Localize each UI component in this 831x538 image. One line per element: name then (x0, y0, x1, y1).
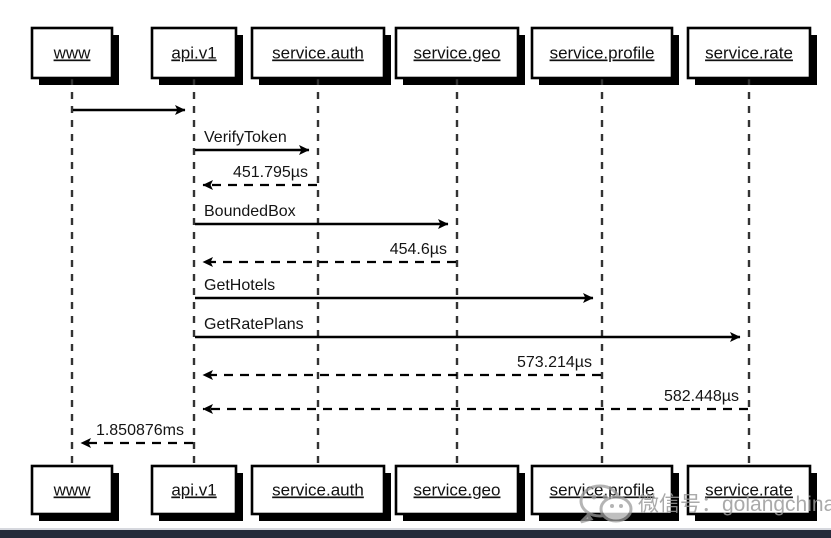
message-label: BoundedBox (204, 203, 296, 220)
participant-box-api_v1-head[interactable]: api.v1 (150, 26, 238, 80)
participant-label: service.rate (705, 43, 793, 62)
message-label: 573.214µs (517, 354, 592, 371)
message-m5[interactable]: 454.6µs (202, 241, 456, 267)
sequence-diagram: www www api.v1 api.v1 service.auth service.au… (30, 26, 831, 524)
message-m7[interactable]: GetRatePlans (195, 316, 741, 342)
participant-label: www (53, 43, 92, 62)
participant-box-service_profile-head[interactable]: service.profile (530, 26, 674, 80)
message-label: GetHotels (204, 277, 275, 294)
participant-box-service_geo-head[interactable]: service.geo (394, 26, 520, 80)
sequence-diagram-canvas: www www api.v1 api.v1 service.auth service.au… (0, 0, 831, 538)
participant-box-service_auth-head[interactable]: service.auth (250, 26, 386, 80)
message-m3[interactable]: 451.795µs (202, 164, 317, 190)
message-layer: VerifyToken 451.795µs BoundedBox 454.6µs Get… (73, 105, 748, 448)
message-m10[interactable]: 1.850876ms (80, 422, 193, 448)
participant-label: api.v1 (171, 480, 216, 499)
message-label: GetRatePlans (204, 316, 304, 333)
participant-box-api_v1-foot[interactable]: api.v1 (150, 464, 238, 516)
message-m9[interactable]: 582.448µs (202, 388, 748, 414)
message-label: 454.6µs (390, 241, 447, 258)
watermark-text: 微信号：golangchina (638, 493, 831, 516)
participant-label: service.geo (414, 43, 501, 62)
message-label: VerifyToken (204, 129, 287, 146)
participant-label: service.auth (272, 480, 364, 499)
bottom-bar (0, 530, 831, 538)
participant-label: service.profile (550, 43, 655, 62)
message-label: 582.448µs (664, 388, 739, 405)
message-m2[interactable]: VerifyToken (195, 129, 310, 155)
message-m6[interactable]: GetHotels (195, 277, 594, 303)
message-m8[interactable]: 573.214µs (202, 354, 601, 380)
message-label: 1.850876ms (96, 422, 184, 439)
participant-box-service_auth-foot[interactable]: service.auth (250, 464, 386, 516)
participant-label: api.v1 (171, 43, 216, 62)
participant-label: service.auth (272, 43, 364, 62)
participant-label: service.geo (414, 480, 501, 499)
box-shadow-layer (39, 35, 817, 521)
participant-box-service_geo-foot[interactable]: service.geo (394, 464, 520, 516)
participant-box-www-head[interactable]: www (30, 26, 114, 80)
participant-box-layer: www www api.v1 api.v1 service.auth service.au… (30, 26, 812, 516)
message-m4[interactable]: BoundedBox (195, 203, 449, 229)
participant-label: www (53, 480, 92, 499)
participant-box-www-foot[interactable]: www (30, 464, 114, 516)
participant-box-service_rate-head[interactable]: service.rate (686, 26, 812, 80)
lifeline-layer (70, 78, 751, 466)
message-label: 451.795µs (233, 164, 308, 181)
